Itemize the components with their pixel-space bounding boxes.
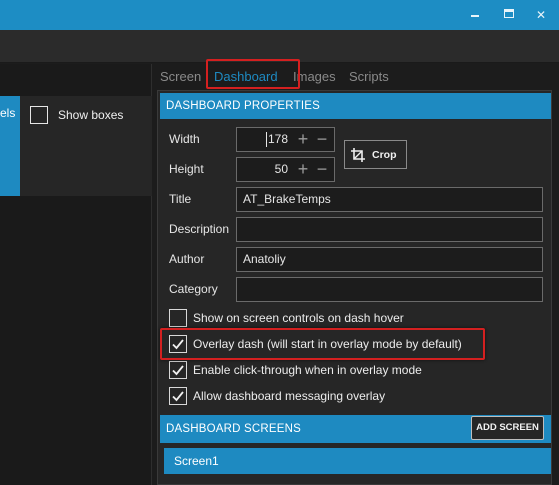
- crop-button[interactable]: Crop: [344, 140, 407, 169]
- category-input[interactable]: [236, 277, 543, 302]
- category-label: Category: [169, 282, 218, 296]
- crop-label: Crop: [372, 148, 397, 161]
- author-input[interactable]: Anatoliy: [236, 247, 543, 272]
- show-boxes-label: Show boxes: [58, 108, 124, 122]
- title-label: Title: [169, 192, 192, 206]
- width-plus-icon[interactable]: +: [296, 128, 310, 151]
- height-value: 50: [274, 162, 288, 176]
- messaging-overlay-label: Allow dashboard messaging overlay: [193, 389, 386, 403]
- click-through-label: Enable click-through when in overlay mod…: [193, 363, 422, 377]
- height-plus-icon[interactable]: +: [296, 158, 310, 181]
- minimize-button[interactable]: [466, 6, 486, 24]
- width-minus-icon[interactable]: −: [315, 128, 329, 151]
- tab-screen[interactable]: Screen: [160, 69, 201, 84]
- dashboard-properties-panel: DASHBOARD PROPERTIES Width 178 + − Heigh…: [157, 90, 552, 485]
- messaging-overlay-checkbox[interactable]: Allow dashboard messaging overlay: [169, 386, 385, 406]
- show-labels-label: els: [0, 106, 16, 120]
- crop-icon: [351, 147, 365, 162]
- properties-header: DASHBOARD PROPERTIES: [160, 93, 551, 119]
- description-label: Description: [169, 222, 230, 236]
- title-bar: ✕: [0, 0, 559, 30]
- unchecked-box-icon: [169, 309, 187, 327]
- checkmark-icon: [169, 387, 187, 405]
- author-label: Author: [169, 252, 205, 266]
- width-value: 178: [267, 132, 288, 146]
- show-controls-checkbox[interactable]: Show on screen controls on dash hover: [169, 308, 404, 328]
- height-label: Height: [169, 162, 204, 176]
- maximize-icon: [504, 9, 514, 18]
- close-button[interactable]: ✕: [531, 6, 551, 24]
- tab-scripts[interactable]: Scripts: [349, 69, 389, 84]
- width-label: Width: [169, 132, 200, 146]
- height-stepper[interactable]: 50 + −: [236, 157, 335, 182]
- overlay-option-highlight: [160, 328, 485, 360]
- height-minus-icon[interactable]: −: [315, 158, 329, 181]
- maximize-button[interactable]: [499, 6, 519, 24]
- add-screen-button[interactable]: ADD SCREEN: [471, 416, 544, 440]
- show-labels-toggle[interactable]: els: [0, 96, 20, 196]
- click-through-checkbox[interactable]: Enable click-through when in overlay mod…: [169, 360, 422, 380]
- dashboard-tab-highlight: [206, 59, 300, 89]
- minimize-icon: [471, 15, 479, 17]
- show-boxes-check-icon: [30, 106, 48, 124]
- checkmark-icon: [169, 361, 187, 379]
- show-controls-label: Show on screen controls on dash hover: [193, 311, 404, 325]
- close-icon: ✕: [535, 8, 547, 22]
- screen-list-item[interactable]: Screen1: [164, 448, 551, 474]
- show-boxes-checkbox[interactable]: Show boxes: [30, 105, 123, 125]
- text-caret: [266, 132, 267, 147]
- title-input[interactable]: AT_BrakeTemps: [236, 187, 543, 212]
- width-stepper[interactable]: 178 + −: [236, 127, 335, 152]
- left-pane: els Show boxes: [0, 64, 152, 485]
- description-input[interactable]: [236, 217, 543, 242]
- left-toolbar: els Show boxes: [0, 96, 152, 196]
